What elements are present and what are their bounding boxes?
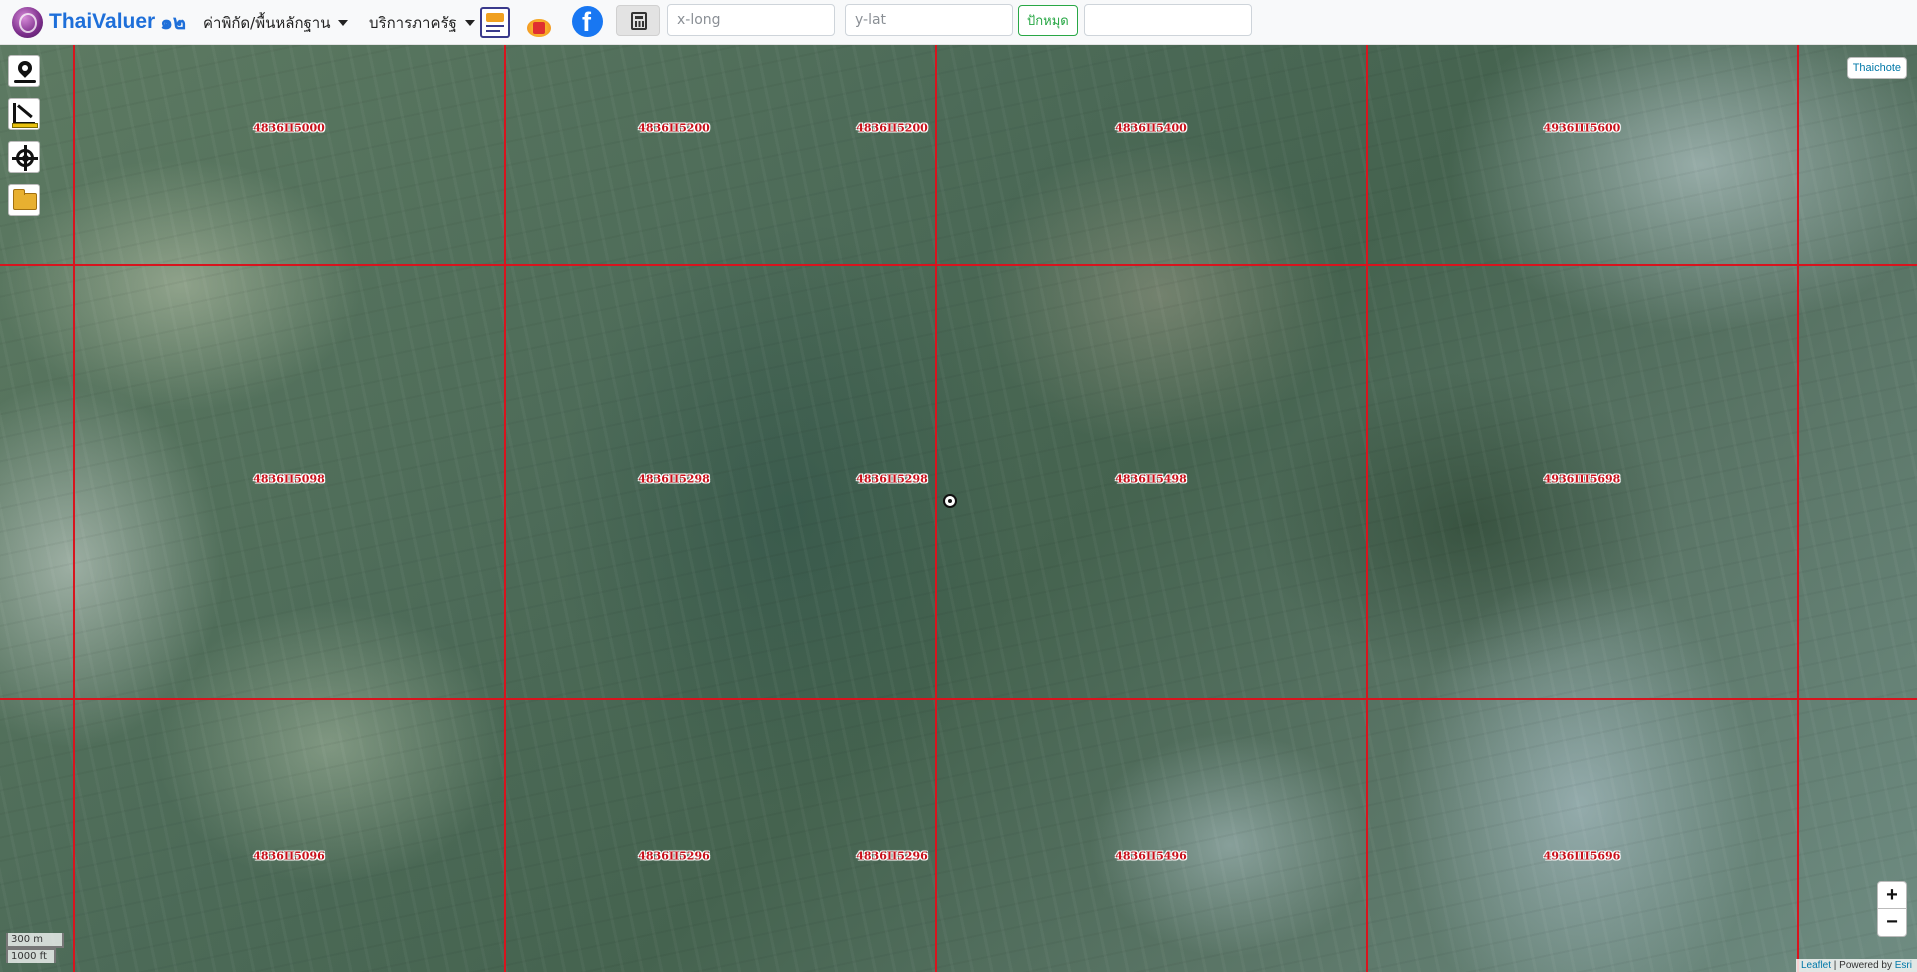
map-sheet-label: 4836II5200 (638, 121, 710, 135)
folder-icon (13, 189, 37, 210)
x-long-input[interactable] (667, 4, 835, 36)
open-file-button[interactable] (8, 184, 40, 216)
top-navbar: ThaiValuer ๑๒ ค่าพิกัด/พื้นหลักฐาน บริกา… (0, 0, 1917, 45)
measure-angle-icon (13, 103, 35, 125)
grid-line-vertical (1797, 45, 1799, 972)
map-sheet-label: 4836II5496 (1115, 849, 1187, 863)
globe-logo-icon (12, 6, 43, 38)
scale-metric: 300 m (6, 933, 64, 948)
calculator-button[interactable] (616, 5, 660, 36)
pin-tool-button[interactable] (8, 55, 40, 87)
brand-sub: ๑๒ (160, 12, 187, 34)
grid-line-vertical (1366, 45, 1368, 972)
grid-line-vertical (504, 45, 506, 972)
services-menu-label: บริการภาครัฐ (369, 14, 457, 32)
grid-line-vertical (935, 45, 937, 972)
map-pin-icon (15, 58, 35, 78)
map-sheet-label: 4836II5200 (856, 121, 928, 135)
attribution-separator: | Powered by (1831, 960, 1895, 971)
map-sheet-label: 4836II5096 (253, 849, 325, 863)
zoom-out-button[interactable]: − (1877, 909, 1907, 937)
map-canvas[interactable]: 4836II5000 4836II5200 4836II5200 4836II5400… (0, 45, 1917, 972)
ruler-icon (12, 123, 38, 128)
caret-down-icon (464, 20, 475, 26)
layer-control[interactable]: Thaichote (1846, 57, 1907, 79)
zoom-in-button[interactable]: + (1877, 881, 1907, 909)
coords-menu[interactable]: ค่าพิกัด/พื้นหลักฐาน (203, 11, 349, 35)
grid-line-vertical (73, 45, 75, 972)
attribution: Leaflet | Powered by Esri (1795, 959, 1917, 972)
grid-line-horizontal (0, 698, 1917, 700)
government-data-book-icon[interactable] (480, 7, 510, 38)
grid-line-horizontal (0, 264, 1917, 266)
caret-down-icon (338, 20, 349, 26)
map-sheet-label: 4836II5296 (856, 849, 928, 863)
extra-input[interactable] (1084, 4, 1252, 36)
calculator-icon (631, 12, 647, 30)
leaflet-link[interactable]: Leaflet (1801, 960, 1831, 971)
map-sheet-label: 4936III5600 (1543, 121, 1621, 135)
map-sheet-label: 4936III5698 (1543, 472, 1621, 486)
chim-shop-chai-icon[interactable] (524, 7, 554, 38)
locate-tool-button[interactable] (8, 141, 40, 173)
pin-button[interactable]: ปักหมุด (1018, 5, 1078, 36)
map-sheet-label: 4836II5298 (856, 472, 928, 486)
map-sheet-label: 4836II5498 (1115, 472, 1187, 486)
coords-menu-label: ค่าพิกัด/พื้นหลักฐาน (203, 14, 331, 32)
scale-imperial: 1000 ft (6, 948, 56, 963)
brand[interactable]: ThaiValuer ๑๒ (12, 6, 186, 38)
map-sheet-label: 4836II5296 (638, 849, 710, 863)
map-sheet-label: 4936III5696 (1543, 849, 1621, 863)
services-menu[interactable]: บริการภาครัฐ (369, 11, 475, 35)
measure-tool-button[interactable] (8, 98, 40, 130)
map-sheet-label: 4836II5400 (1115, 121, 1187, 135)
brand-name: ThaiValuer (49, 10, 156, 33)
esri-link[interactable]: Esri (1895, 960, 1912, 971)
location-marker[interactable] (943, 494, 957, 508)
map-sheet-label: 4836II5000 (253, 121, 325, 135)
map-sheet-label: 4836II5298 (638, 472, 710, 486)
y-lat-input[interactable] (845, 4, 1013, 36)
facebook-icon[interactable]: f (572, 6, 603, 37)
map-sheet-label: 4836II5098 (253, 472, 325, 486)
